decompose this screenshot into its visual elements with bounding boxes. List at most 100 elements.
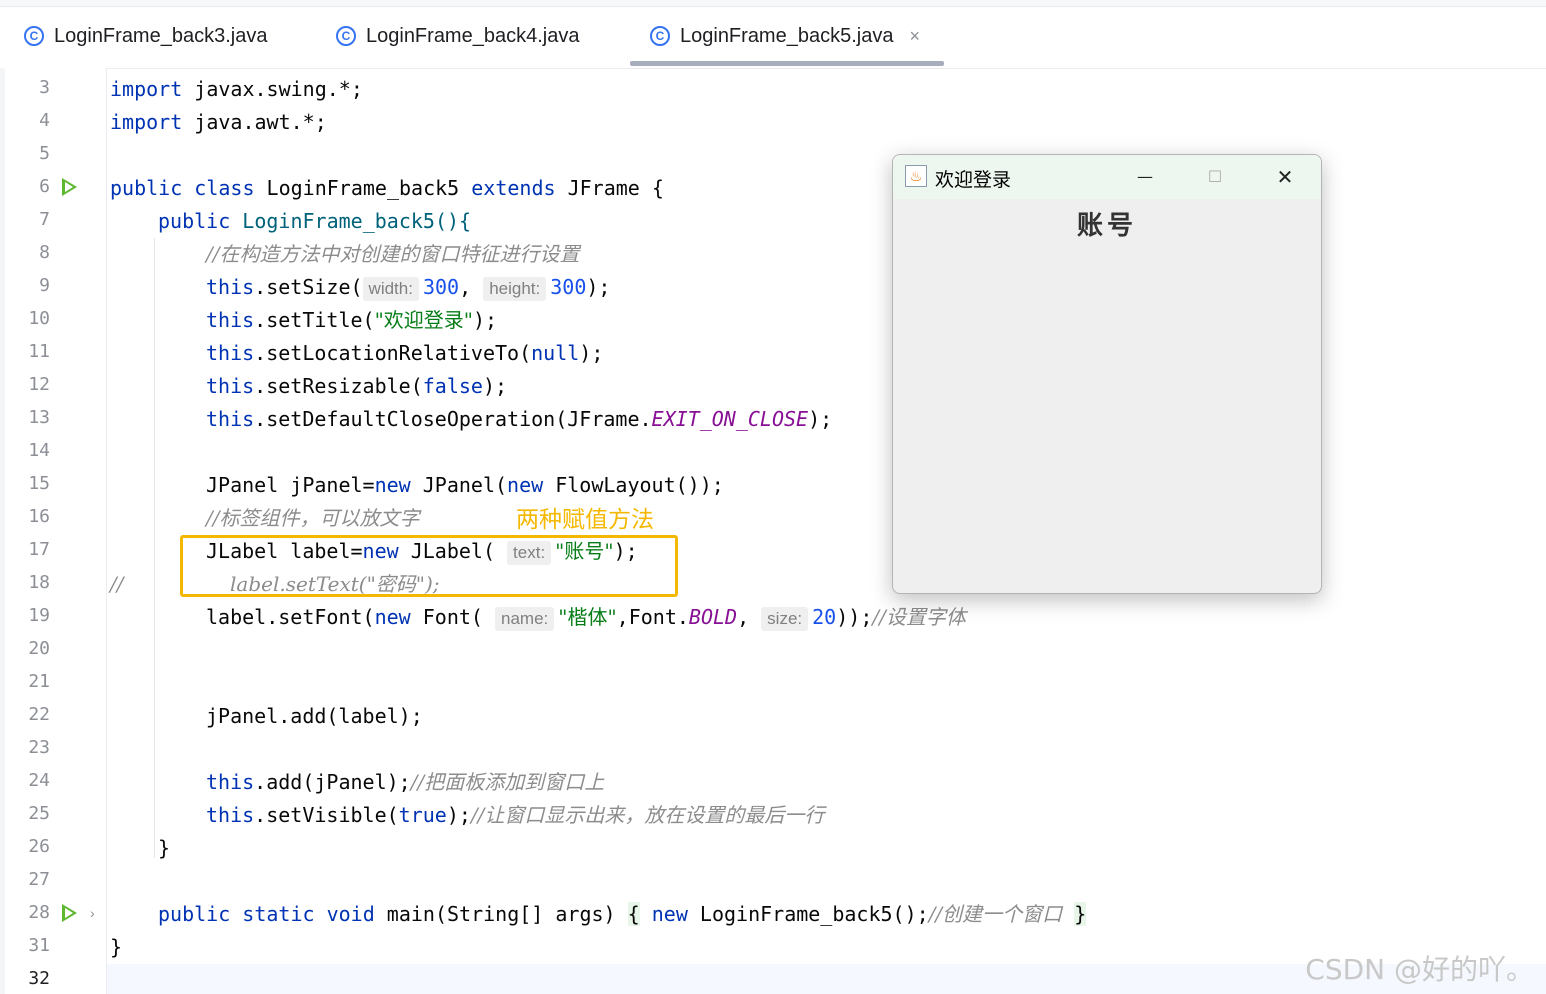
line-number: 14: [28, 440, 50, 461]
code-text: main(String[] args): [374, 902, 628, 926]
account-label: 账号: [1076, 211, 1137, 241]
window-title: 欢迎登录: [935, 169, 1012, 191]
code-line-26: }: [158, 834, 170, 862]
keyword: new: [507, 473, 544, 497]
line-number: 16: [28, 506, 50, 527]
line-number: 26: [28, 836, 50, 857]
line-number: 3: [39, 77, 50, 98]
code-text: LoginFrame_back5: [254, 176, 472, 200]
code-text: FlowLayout());: [543, 473, 724, 497]
line-number: 13: [28, 407, 50, 428]
keyword: this: [206, 308, 255, 332]
constructor-name: LoginFrame_back5(){: [230, 209, 472, 233]
code-line-12: this.setResizable(false);: [206, 372, 507, 400]
code-text: ));: [836, 605, 873, 629]
close-button[interactable]: ✕: [1265, 161, 1305, 193]
code-line-13: this.setDefaultCloseOperation(JFrame.EXI…: [206, 405, 832, 433]
line-number: 22: [28, 704, 50, 725]
line-number: 6: [39, 176, 50, 197]
active-tab-indicator: [630, 61, 944, 66]
editor-tab-bar: C LoginFrame_back3.java C LoginFrame_bac…: [0, 0, 1546, 69]
code-text: );: [808, 407, 833, 431]
code-line-9: this.setSize(width: 300, height: 300);: [206, 273, 610, 301]
keyword: this: [206, 407, 255, 431]
keyword: import: [110, 77, 183, 101]
tab-loginframe-back3[interactable]: C LoginFrame_back3.java: [24, 14, 267, 58]
code-text: ,Font.: [616, 605, 689, 629]
line-number: 5: [39, 143, 50, 164]
keyword: import: [110, 110, 183, 134]
keyword: new: [651, 902, 688, 926]
code-line-22: jPanel.add(label);: [206, 702, 423, 730]
string: "欢迎登录": [374, 308, 473, 332]
constant: EXIT_ON_CLOSE: [651, 407, 809, 431]
number: 300: [422, 275, 460, 299]
keyword: true: [398, 803, 447, 827]
comment: //在构造方法中对创建的窗口特征进行设置: [206, 242, 580, 266]
keyword: extends: [471, 176, 556, 200]
code-line-8: //在构造方法中对创建的窗口特征进行设置: [206, 240, 579, 268]
code-text: label.setFont(: [206, 605, 375, 629]
keyword: this: [206, 770, 255, 794]
keyword: public: [158, 209, 231, 233]
code-text: );: [473, 308, 498, 332]
code-line-15: JPanel jPanel=new JPanel(new FlowLayout(…: [206, 471, 724, 499]
line-number: 24: [28, 770, 50, 791]
line-number: 11: [28, 341, 50, 362]
window-titlebar[interactable]: ♨ 欢迎登录 — ☐ ✕: [893, 155, 1321, 199]
param-hint: height:: [483, 277, 547, 301]
folded-brace[interactable]: }: [1074, 902, 1087, 926]
code-line-3: import javax.swing.*;: [110, 75, 363, 103]
line-number: 23: [28, 737, 50, 758]
watermark: CSDN @好的吖。: [1305, 953, 1534, 986]
code-text: );: [446, 803, 471, 827]
run-main-icon[interactable]: [62, 904, 77, 922]
fold-chevron-icon[interactable]: ›: [90, 905, 95, 921]
code-text: ,: [737, 605, 762, 629]
code-text: );: [586, 275, 611, 299]
keyword: class: [194, 176, 255, 200]
code-line-31: }: [110, 933, 122, 961]
code-line-24: this.add(jPanel);//把面板添加到窗口上: [206, 768, 604, 796]
class-c-icon: C: [650, 26, 670, 46]
keyword: public: [110, 176, 183, 200]
code-line-18: //: [110, 570, 123, 598]
keyword: static: [242, 902, 315, 926]
code-line-25: this.setVisible(true);//让窗口显示出来，放在设置的最后一…: [206, 801, 824, 829]
keyword: this: [206, 275, 255, 299]
line-number: 25: [28, 803, 50, 824]
line-number: 27: [28, 869, 50, 890]
keyword: this: [206, 803, 255, 827]
code-line-6: public class LoginFrame_back5 extends JF…: [110, 174, 664, 202]
annotation-highlight-box: [180, 535, 678, 597]
line-number: 12: [28, 374, 50, 395]
line-number: 20: [28, 638, 50, 659]
line-number: 28: [28, 902, 50, 923]
tab-loginframe-back4[interactable]: C LoginFrame_back4.java: [336, 14, 579, 58]
comment: //创建一个窗口: [928, 902, 1063, 926]
close-icon[interactable]: ×: [909, 26, 920, 47]
minimize-button[interactable]: —: [1125, 161, 1165, 193]
tab-loginframe-back5[interactable]: C LoginFrame_back5.java ×: [650, 14, 920, 58]
code-line-19: label.setFont(new Font( name: "楷体",Font.B…: [206, 603, 966, 631]
param-hint: width:: [362, 277, 419, 301]
tab-label: LoginFrame_back4.java: [366, 24, 580, 47]
keyword: this: [206, 341, 255, 365]
keyword: this: [206, 374, 255, 398]
comment: //把面板添加到窗口上: [410, 770, 605, 794]
folded-brace[interactable]: {: [627, 902, 640, 926]
line-number: 32: [28, 968, 50, 989]
code-line-10: this.setTitle("欢迎登录");: [206, 306, 497, 334]
run-class-icon[interactable]: [62, 178, 77, 196]
code-text: .setLocationRelativeTo(: [254, 341, 532, 365]
line-number: 4: [39, 110, 50, 131]
maximize-button[interactable]: ☐: [1195, 161, 1235, 193]
keyword: null: [531, 341, 580, 365]
keyword: new: [374, 473, 411, 497]
line-comment-marker: //: [110, 572, 124, 596]
code-text: .setResizable(: [254, 374, 423, 398]
code-text: jPanel.add(label);: [206, 704, 423, 728]
java-app-icon: ♨: [905, 165, 927, 187]
param-hint: name:: [495, 607, 555, 631]
